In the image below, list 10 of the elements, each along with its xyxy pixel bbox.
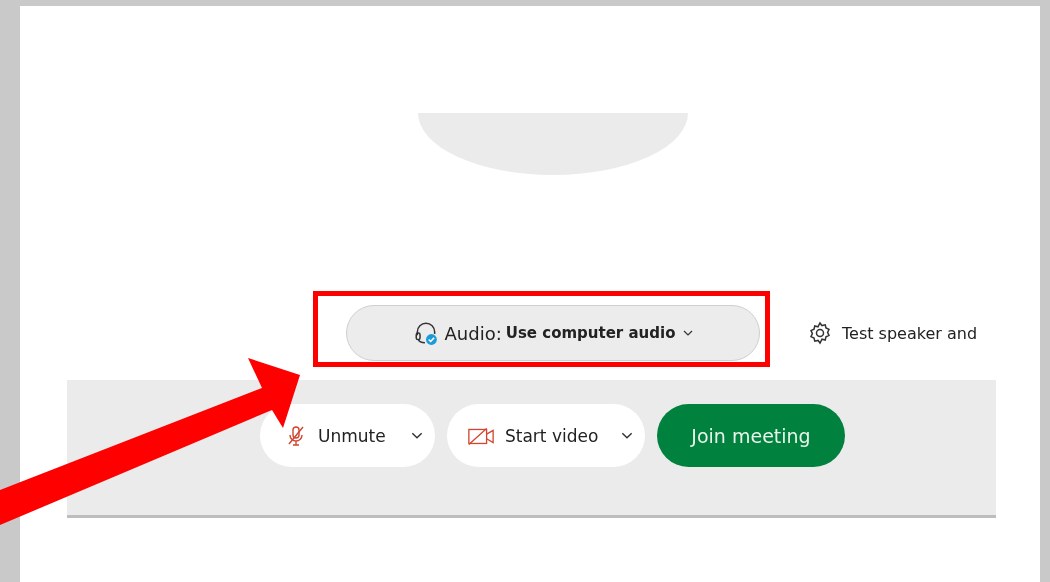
start-video-button[interactable]: Start video [447,404,645,467]
audio-dropdown[interactable]: Audio: Use computer audio [346,305,760,361]
chevron-down-icon [621,432,633,439]
chevron-down-icon [683,330,694,336]
test-speaker-link[interactable]: Test speaker and [842,323,978,343]
join-meeting-button[interactable]: Join meeting [657,404,845,467]
unmute-button[interactable]: Unmute [260,404,435,467]
chevron-down-icon [411,432,423,439]
settings-icon [808,321,832,345]
headset-icon [412,320,439,346]
